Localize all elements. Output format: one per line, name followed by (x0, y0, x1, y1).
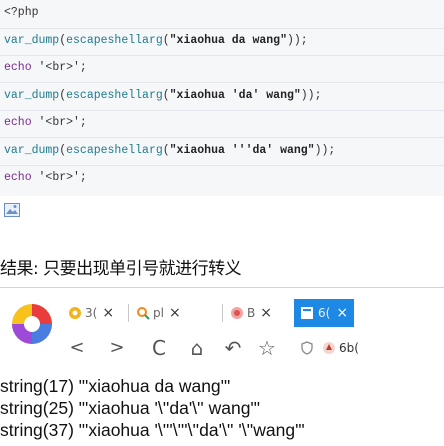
back-button[interactable]: < (68, 336, 86, 360)
tab-active[interactable]: 6( × (294, 299, 354, 327)
code-line-separator (0, 82, 444, 83)
php-open-tag: <?php (4, 6, 39, 19)
shield-icon (301, 341, 313, 355)
reload-button[interactable]: C (148, 336, 170, 360)
forward-button[interactable]: > (108, 336, 126, 360)
tab-label: B (247, 306, 256, 320)
function-name: var_dump (4, 144, 60, 157)
code-line-4: echo '<br>'; (4, 113, 87, 133)
tab-separator (128, 304, 129, 322)
function-name: var_dump (4, 89, 60, 102)
tab-label: 6( (318, 306, 331, 320)
function-name: escapeshellarg (66, 144, 163, 157)
address-bar[interactable]: 6b( (300, 336, 359, 360)
tab-3[interactable]: B × (230, 299, 272, 327)
string-literal: '<br>'; (38, 116, 87, 129)
keyword: echo (4, 61, 32, 74)
function-name: escapeshellarg (66, 34, 163, 47)
tab-close-button[interactable]: × (336, 305, 348, 321)
tab-close-button[interactable]: × (169, 299, 181, 327)
tab-separator (222, 304, 223, 322)
string-literal: '<br>'; (38, 171, 87, 184)
conclusion-text: 结果: 只要出现单引号就进行转义 (0, 259, 242, 279)
code-line-separator (0, 110, 444, 111)
output-line-3: string(37) "'xiaohua '\'''\'''\''da'\'' … (0, 420, 305, 440)
tab-label: pl (153, 306, 164, 320)
address-text: 6b( (339, 341, 359, 355)
code-line-2: echo '<br>'; (4, 58, 87, 78)
string-literal: "xiaohua da wang" (169, 34, 287, 47)
code-line-5: var_dump(escapeshellarg("xiaohua '''da' … (4, 144, 336, 157)
page-icon (301, 307, 313, 319)
code-line-1: var_dump(escapeshellarg("xiaohua da wang… (4, 34, 308, 47)
code-line-3: var_dump(escapeshellarg("xiaohua 'da' wa… (4, 89, 322, 102)
code-line-separator (0, 165, 444, 166)
browser-icon (69, 307, 81, 319)
code-line-6: echo '<br>'; (4, 168, 87, 188)
keyword: echo (4, 116, 32, 129)
keyword: echo (4, 171, 32, 184)
site-icon (323, 342, 335, 354)
copy-icon[interactable] (4, 203, 20, 217)
search-icon (137, 307, 150, 320)
string-literal: "xiaohua '''da' wang" (169, 144, 315, 157)
output-line-2: string(25) "'xiaohua '\''da'\'' wang'" (0, 398, 260, 418)
code-tail: )); (300, 89, 322, 102)
function-name: var_dump (4, 34, 60, 47)
page-icon (231, 307, 243, 319)
output-line-1: string(17) "'xiaohua da wang'" (0, 376, 231, 396)
code-tail: )); (314, 144, 336, 157)
string-literal: '<br>'; (38, 61, 87, 74)
code-block: <?php var_dump(escapeshellarg("xiaohua d… (0, 0, 444, 196)
divider (0, 287, 444, 288)
string-literal: "xiaohua 'da' wang" (169, 89, 301, 102)
function-name: escapeshellarg (66, 89, 163, 102)
tab-close-button[interactable]: × (260, 299, 272, 327)
code-line-separator (0, 137, 444, 138)
home-button[interactable]: ⌂ (186, 336, 208, 360)
code-tail: )); (286, 34, 308, 47)
tab-1[interactable]: 3( × (68, 299, 114, 327)
bookmark-button[interactable]: ☆ (256, 336, 278, 360)
tab-2[interactable]: pl × (136, 299, 181, 327)
tab-label: 3( (85, 306, 98, 320)
code-line-separator (0, 55, 444, 56)
browser-logo-icon (12, 304, 52, 344)
undo-button[interactable]: ↶ (222, 336, 244, 360)
tab-close-button[interactable]: × (102, 299, 114, 327)
code-line-separator (0, 28, 444, 29)
